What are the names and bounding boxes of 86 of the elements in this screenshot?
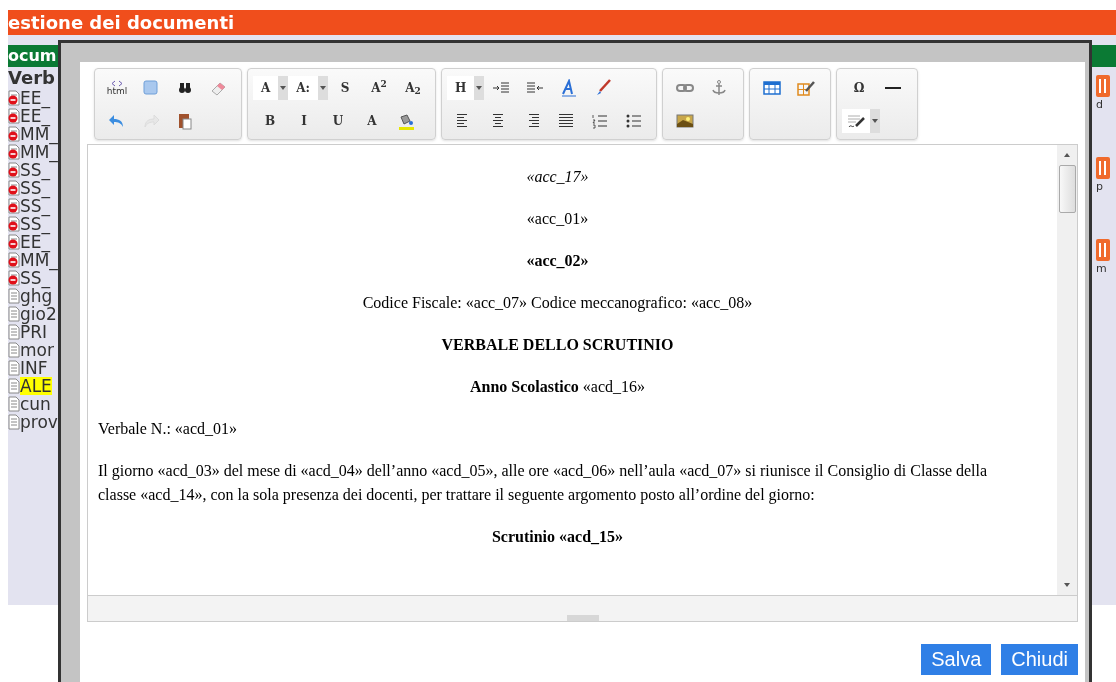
toolbar-button[interactable]: U (321, 106, 355, 135)
paragraph: Verbale N.: «acd_01» (98, 419, 239, 439)
document-item[interactable]: SS_ (8, 269, 58, 287)
document-icon (8, 360, 20, 376)
section-header: ocum (8, 45, 58, 67)
document-item[interactable]: mor (8, 341, 58, 359)
action-label: p (1096, 181, 1103, 193)
document-icon (8, 378, 20, 394)
toolbar-button[interactable]: B (253, 106, 287, 135)
blocked-document-icon (8, 198, 20, 214)
dialog-button[interactable]: Salva (921, 644, 992, 675)
document-icon (8, 396, 20, 412)
toolbar-dropdown[interactable] (842, 108, 881, 133)
action-icon[interactable] (1096, 155, 1110, 181)
section-header (1092, 45, 1116, 67)
document-item[interactable]: EE_ (8, 233, 58, 251)
toolbar-button[interactable]: A$^{2}$ (362, 73, 397, 102)
toolbar-dropdown[interactable]: A (253, 75, 289, 100)
paragraph: Scrutinio «acd_15» (490, 527, 625, 547)
document-icon (8, 342, 20, 358)
caret-icon (474, 75, 485, 100)
document-icon (8, 306, 20, 322)
caret-icon (870, 108, 881, 133)
blocked-document-icon (8, 126, 20, 142)
scroll-thumb[interactable] (1058, 165, 1076, 213)
paint-bucket-icon (396, 111, 416, 130)
blocked-document-icon (8, 252, 20, 268)
document-item[interactable]: EE_ (8, 89, 58, 107)
preview-icon (141, 78, 161, 97)
document-item[interactable]: SS_ (8, 179, 58, 197)
document-icon (8, 288, 20, 304)
document-item[interactable]: ghg (8, 287, 58, 305)
table-icon (762, 78, 783, 97)
paragraph: Anno Scolastico «acd_16» (468, 377, 647, 397)
toolbar-dropdown[interactable]: H (447, 75, 485, 100)
toolbar-button[interactable]: html (100, 73, 134, 102)
resize-grip-icon[interactable] (566, 615, 599, 621)
caret-icon (318, 75, 329, 100)
list-title: Verb (8, 67, 56, 89)
blocked-document-icon (8, 216, 20, 232)
caret-icon (278, 75, 289, 100)
blocked-document-icon (8, 162, 20, 178)
document-item[interactable]: MM_ (8, 251, 58, 269)
action-label: m (1096, 263, 1107, 275)
document-item[interactable]: EE_ (8, 107, 58, 125)
document-item[interactable]: cun (8, 395, 58, 413)
document-icon (8, 414, 20, 430)
document-item[interactable]: MM_ (8, 143, 58, 161)
document-item[interactable]: INF (8, 359, 58, 377)
paragraph: Il giorno «acd_03» del mese di «acd_04» dell’anno «acd_05», alle ore «acd_06» nell’aula «acd_07» si riunisce il Consiglio di Classe della classe «acd_14», con la sola presenza dei docenti, per trattare il seguente argomento posto all’ordine del giorno: (98, 461, 989, 506)
toolbar-button[interactable]: S (328, 73, 363, 102)
paragraph: Codice Fiscale: «acc_07» Codice meccanografico: «acc_08» (361, 293, 754, 314)
horizontal-line-icon (885, 86, 902, 89)
code-brackets-icon (111, 79, 123, 87)
blocked-document-icon (8, 144, 20, 160)
blocked-document-icon (8, 108, 20, 124)
document-item[interactable]: prov (8, 413, 58, 431)
document-item[interactable]: gio2 (8, 305, 58, 323)
document-item[interactable]: PRI (8, 323, 58, 341)
scrollbar[interactable] (1057, 145, 1077, 595)
paragraph: «acc_17» (525, 167, 590, 187)
action-label: d (1096, 99, 1103, 111)
blocked-document-icon (8, 270, 20, 286)
document-item[interactable]: MM_ (8, 125, 58, 143)
document-item[interactable]: SS_ (8, 215, 58, 233)
document-item[interactable]: SS_ (8, 197, 58, 215)
toolbar-button[interactable]: A (355, 106, 389, 135)
toolbar-button[interactable]: A$_{2}$ (396, 73, 431, 102)
justify-icon (559, 114, 574, 127)
toolbar-button[interactable]: Ω (842, 73, 877, 102)
document-item[interactable]: SS_ (8, 161, 58, 179)
blocked-document-icon (8, 234, 20, 250)
action-icon[interactable] (1096, 237, 1110, 263)
align-center-icon (491, 114, 506, 127)
paragraph: VERBALE DELLO SCRUTINIO (440, 335, 675, 355)
paragraph: «acc_01» (525, 209, 590, 229)
blocked-document-icon (8, 180, 20, 196)
page-header: estione dei documenti (8, 10, 1116, 35)
action-icon[interactable] (1096, 73, 1110, 99)
toolbar-button[interactable]: I (287, 106, 321, 135)
dialog-button[interactable]: Chiudi (1001, 644, 1078, 675)
image-icon (675, 111, 696, 130)
blocked-document-icon (8, 90, 20, 106)
toolbar-dropdown[interactable]: A: (288, 75, 329, 100)
paragraph: «acc_02» (525, 251, 590, 271)
document-icon (8, 324, 20, 340)
